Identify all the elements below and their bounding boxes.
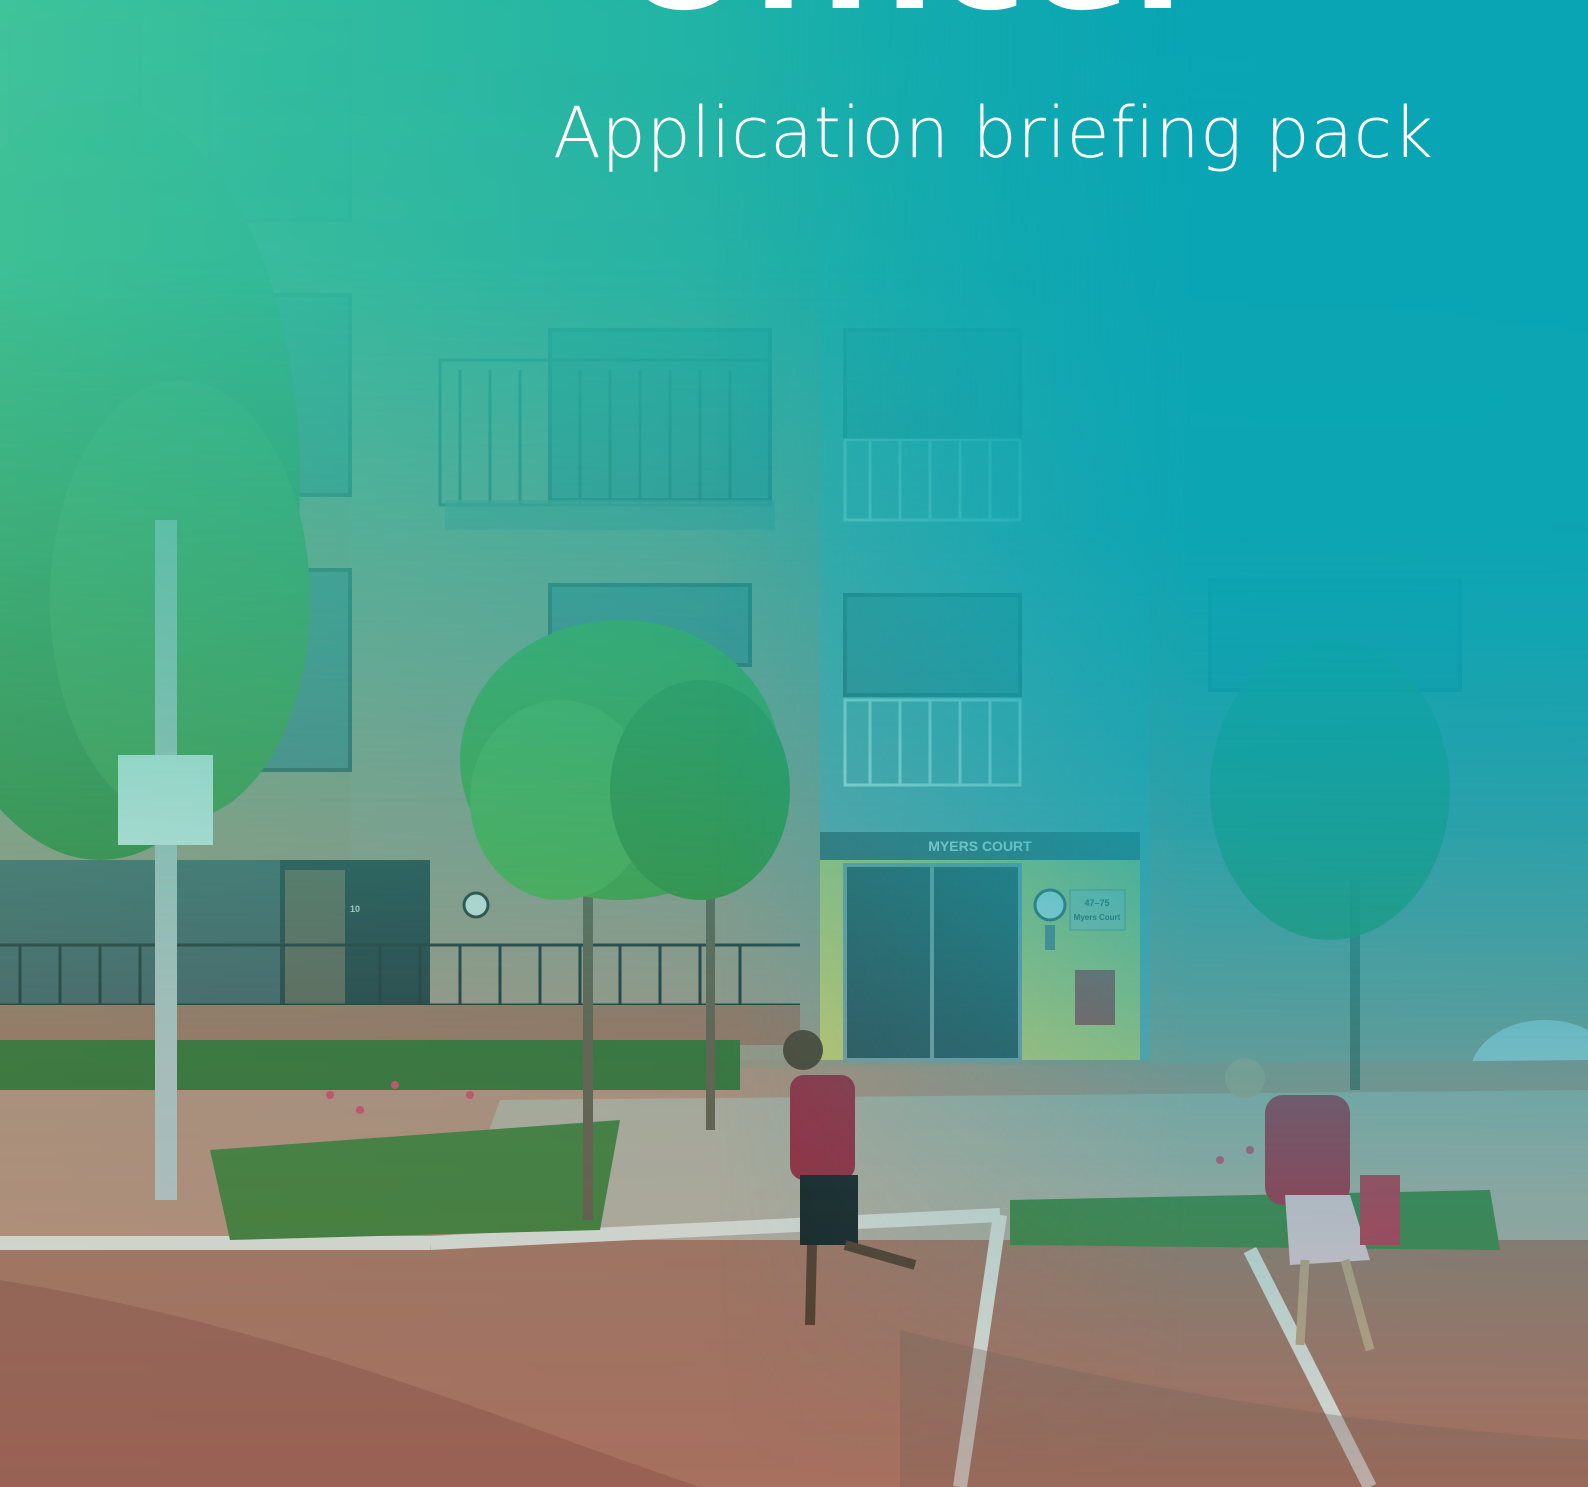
cover-photo: MYERS COURT 47–75 Myers Court 10	[0, 0, 1588, 1487]
plaque-line-1: 47–75	[1084, 898, 1109, 908]
door-number: 10	[350, 904, 360, 914]
building-sign: MYERS COURT	[928, 838, 1032, 854]
cover-subtitle: Application briefing pack	[553, 92, 1434, 174]
entrance: MYERS COURT 47–75 Myers Court	[820, 832, 1140, 1062]
plaque-line-2: Myers Court	[1074, 913, 1121, 922]
cover-title: Officer	[0, 0, 1588, 32]
cover-page: MYERS COURT 47–75 Myers Court 10 Applica…	[0, 0, 1588, 1487]
